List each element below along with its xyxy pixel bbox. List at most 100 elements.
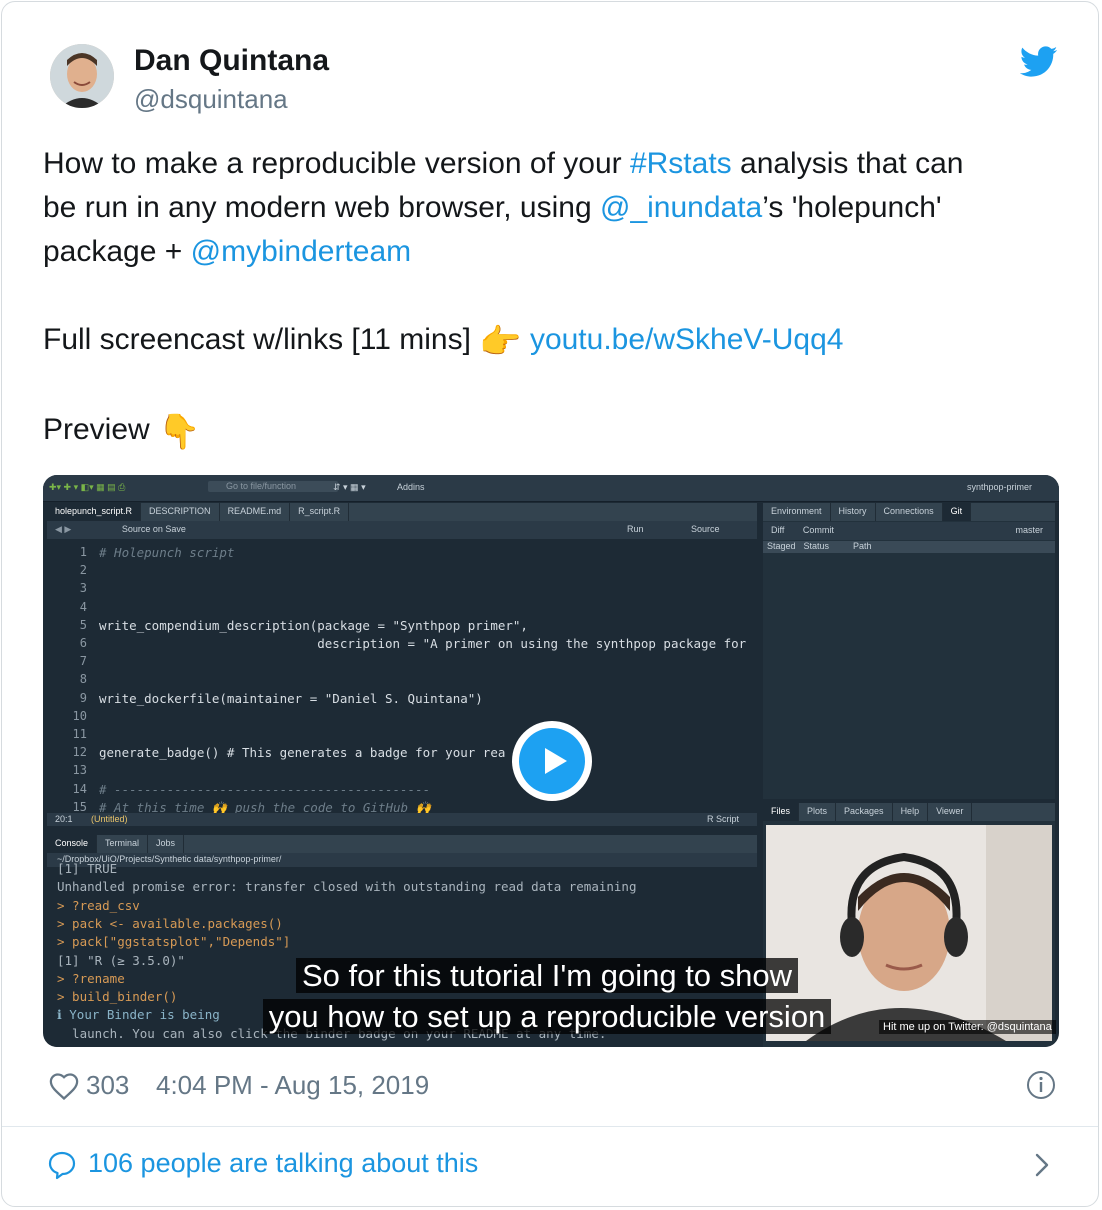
line-number: 1 <box>79 545 87 559</box>
webcam-caption: Hit me up on Twitter: @dsquintana <box>879 1020 1056 1034</box>
info-icon[interactable] <box>1026 1070 1056 1100</box>
editor-toolbar: ◀ ▶ Source on Save Run Source <box>47 521 757 539</box>
tweet-card: Dan Quintana @dsquintana How to make a r… <box>1 1 1099 1207</box>
git-toolbar: Diff Commit master <box>763 522 1055 540</box>
tab-editor-2[interactable]: README.md <box>220 503 291 521</box>
filetype-indicator[interactable]: R Script <box>699 813 747 827</box>
console-line: Unhandled promise error: transfer closed… <box>57 879 637 895</box>
mention-mybinderteam-link[interactable]: @mybinderteam <box>191 235 412 268</box>
line-number: 14 <box>72 781 87 796</box>
text-segment: Full screencast w/links [11 mins] <box>43 323 480 356</box>
editor-statusbar: 20:1 (Untitled) R Script <box>47 813 757 826</box>
tweet-line-2: be run in any modern web browser, using … <box>43 186 1063 230</box>
code-editor[interactable]: 1 # Holepunch script 2 3 4 5 write_compendium_… <box>47 541 757 815</box>
like-count[interactable]: 303 <box>86 1070 129 1101</box>
tab-environment[interactable]: Environment <box>763 503 831 521</box>
author-name[interactable]: Dan Quintana <box>134 44 329 78</box>
tab-editor-0[interactable]: holepunch_script.R <box>47 503 142 521</box>
mention-inundata-link[interactable]: @_inundata <box>600 191 762 224</box>
console-line: > ?rename <box>57 970 125 986</box>
code-line[interactable]: description = "A primer on using the syn… <box>99 636 746 651</box>
console-line: > pack <- available.packages() <box>57 915 283 931</box>
toolbar-icons-2: ⇵ ▾ ▦ ▾ <box>333 482 366 492</box>
heart-icon[interactable] <box>49 1072 79 1100</box>
tab-git[interactable]: Git <box>942 503 972 521</box>
line-number: 15 <box>72 799 87 814</box>
tab-help[interactable]: Help <box>893 803 929 821</box>
code-line[interactable]: write_compendium_description(package = "… <box>99 618 528 633</box>
files-tabs: Files Plots Packages Help Viewer <box>763 803 1055 821</box>
nav-arrows[interactable]: ◀ ▶ <box>47 521 79 539</box>
text-segment: package + <box>43 235 191 268</box>
tweet-line-screencast: Full screencast w/links [11 mins] 👉 yout… <box>43 318 1063 364</box>
console-line: [1] "R (≥ 3.5.0)" <box>57 952 185 968</box>
tab-viewer[interactable]: Viewer <box>928 803 973 821</box>
tab-packages[interactable]: Packages <box>836 803 893 821</box>
project-menu[interactable]: synthpop-primer <box>967 482 1032 492</box>
tab-connections[interactable]: Connections <box>876 503 943 521</box>
tab-editor-3[interactable]: R_script.R <box>290 503 350 521</box>
talking-about-link[interactable]: 106 people are talking about this <box>88 1148 478 1179</box>
tweet-timestamp[interactable]: 4:04 PM - Aug 15, 2019 <box>156 1070 429 1101</box>
tab-terminal[interactable]: Terminal <box>97 835 149 853</box>
comment-bubble-icon[interactable] <box>47 1150 77 1180</box>
source-on-save-checkbox[interactable]: Source on Save <box>82 521 194 539</box>
text-segment: Preview <box>43 413 159 446</box>
console-tabs: Console Terminal Jobs <box>47 835 757 853</box>
code-line[interactable]: # Holepunch script <box>99 545 234 560</box>
tab-files[interactable]: Files <box>763 803 800 821</box>
avatar[interactable] <box>50 44 114 108</box>
pointing-right-emoji: 👉 <box>479 323 522 361</box>
code-line[interactable]: write_dockerfile(maintainer = "Daniel S.… <box>99 691 483 706</box>
console-path-bar: ~/Dropbox/UiO/Projects/Synthetic data/sy… <box>47 853 757 867</box>
header-status[interactable]: Status <box>800 541 834 553</box>
scope-indicator[interactable]: (Untitled) <box>83 813 136 827</box>
subtitle-line-2: you how to set up a reproducible version <box>262 999 832 1034</box>
text-segment: How to make a reproducible version of yo… <box>43 147 630 180</box>
tab-history[interactable]: History <box>831 503 876 521</box>
line-number: 11 <box>72 727 87 741</box>
goto-file-input[interactable]: Go to file/function <box>208 481 338 492</box>
line-number: 13 <box>72 763 87 778</box>
line-number: 10 <box>72 708 87 723</box>
console-line: > ?read_csv <box>57 897 140 913</box>
youtube-link[interactable]: youtu.be/wSkheV-Uqq4 <box>530 323 844 356</box>
env-tabs: Environment History Connections Git <box>763 503 1055 521</box>
code-line[interactable]: generate_badge() # This generates a badg… <box>99 745 505 760</box>
video-subtitle: So for this tutorial I'm going to show y… <box>227 955 867 1037</box>
commit-button[interactable]: Commit <box>795 522 842 540</box>
tab-jobs[interactable]: Jobs <box>148 835 185 853</box>
twitter-bird-icon[interactable] <box>1020 46 1058 78</box>
addins-menu[interactable]: Addins <box>397 482 425 492</box>
line-number: 8 <box>79 672 87 687</box>
header-staged[interactable]: Staged <box>763 541 800 553</box>
play-icon <box>545 748 567 774</box>
editor-tabs: holepunch_script.R DESCRIPTION README.md R_… <box>47 503 757 521</box>
header-path[interactable]: Path <box>833 541 876 553</box>
tweet-line-3: package + @mybinderteam <box>43 230 1063 274</box>
subtitle-line-1: So for this tutorial I'm going to show <box>295 958 799 993</box>
tab-console[interactable]: Console <box>47 835 98 853</box>
author-handle[interactable]: @dsquintana <box>134 84 288 115</box>
tab-plots[interactable]: Plots <box>799 803 837 821</box>
tab-editor-1[interactable]: DESCRIPTION <box>141 503 220 521</box>
line-number: 6 <box>79 636 87 650</box>
line-number: 5 <box>79 617 87 632</box>
line-number: 12 <box>72 745 87 760</box>
diff-button[interactable]: Diff <box>763 522 792 540</box>
code-line[interactable]: # --------------------------------------… <box>99 782 430 797</box>
line-number: 7 <box>79 654 87 669</box>
video-player[interactable]: ✚▾ ✚ ▾ ◧▾ ▦ ▤ ⎙ Go to file/function ⇵ ▾ … <box>43 475 1059 1047</box>
branch-selector[interactable]: master <box>1007 522 1051 540</box>
run-button[interactable]: Run <box>619 521 652 539</box>
source-button[interactable]: Source <box>683 521 728 539</box>
play-button[interactable] <box>512 721 592 801</box>
text-segment: be run in any modern web browser, using <box>43 191 600 224</box>
hashtag-rstats-link[interactable]: #Rstats <box>630 147 732 180</box>
tweet-line-1: How to make a reproducible version of yo… <box>43 142 1063 186</box>
chevron-right-icon[interactable] <box>1032 1150 1052 1180</box>
rstudio-toolbar: ✚▾ ✚ ▾ ◧▾ ▦ ▤ ⎙ Go to file/function ⇵ ▾ … <box>43 475 1059 502</box>
console-line: > build_binder() <box>57 989 178 1005</box>
